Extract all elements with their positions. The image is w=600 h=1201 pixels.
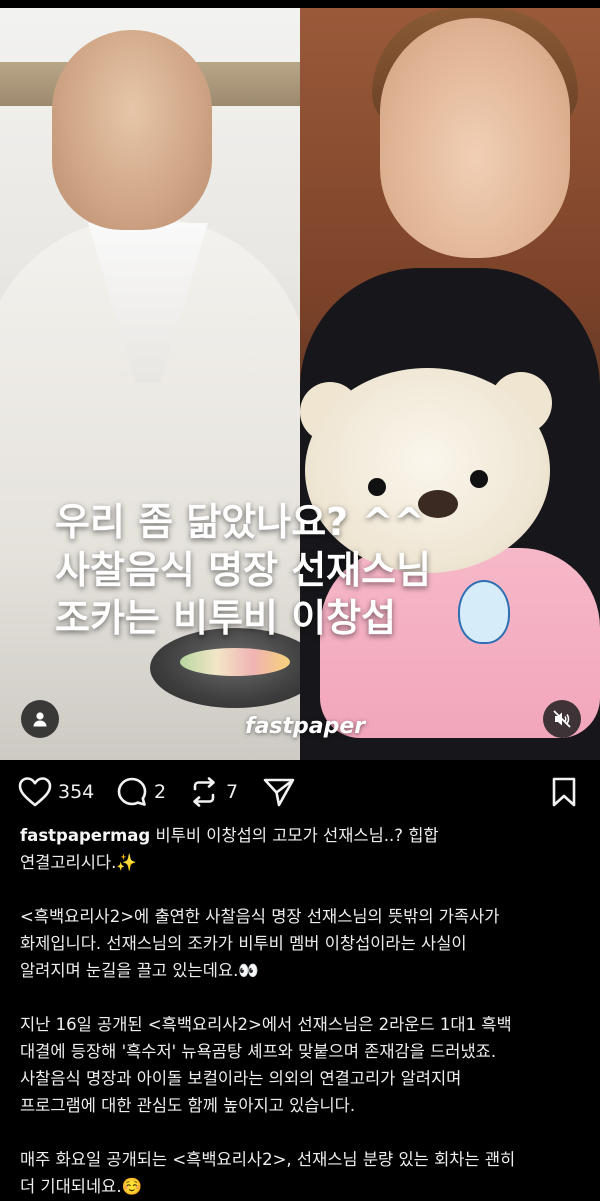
repost-count: 7 (226, 781, 239, 803)
mute-button[interactable] (543, 700, 581, 738)
bookmark-icon (552, 777, 576, 807)
caption-line-1: 비투비 이창섭의 고모가 선재스님..? 힙합 (155, 826, 439, 845)
caption-username[interactable]: fastpapermag (20, 826, 150, 845)
like-button[interactable]: 354 (18, 770, 94, 814)
heart-icon (18, 777, 52, 807)
post-headline: 우리 좀 닮았나요? ^^ 사찰음식 명장 선재스님 조카는 비투비 이창섭 (55, 498, 575, 642)
comment-button[interactable]: 2 (116, 770, 166, 814)
caption-p3-line-2: 대결에 등장해 '흑수저' 뉴욕곰탕 셰프와 맞붙으며 존재감을 드러냈죠. (20, 1042, 497, 1061)
like-count: 354 (58, 781, 95, 803)
headline-line-3: 조카는 비투비 이창섭 (55, 596, 397, 640)
photo-right-singer (300, 8, 600, 760)
comment-count: 2 (154, 781, 167, 803)
caption-line-2: 연결고리시다.✨ (20, 853, 137, 872)
caption-p3-line-4: 프로그램에 대한 관심도 함께 높아지고 있습니다. (20, 1096, 356, 1115)
post-actions-bar: 354 2 7 (0, 770, 600, 814)
save-button[interactable] (548, 770, 580, 814)
tagged-users-button[interactable] (21, 700, 59, 738)
repost-icon (193, 777, 215, 807)
muted-speaker-icon (553, 710, 571, 728)
caption-p4-line-2: 더 기대되네요.☺️ (20, 1177, 143, 1196)
share-button[interactable] (262, 770, 296, 814)
caption-p3-line-1: 지난 16일 공개된 <흑백요리사2>에서 선재스님은 2라운드 1대1 흑백 (20, 1015, 512, 1034)
headline-line-1: 우리 좀 닮았나요? ^^ (55, 500, 426, 544)
post-caption: fastpapermag 비투비 이창섭의 고모가 선재스님..? 힙합 연결고… (20, 822, 580, 1200)
post-media[interactable]: 우리 좀 닮았나요? ^^ 사찰음식 명장 선재스님 조카는 비투비 이창섭 f… (0, 8, 600, 760)
fastpaper-logo: fastpaper (245, 714, 366, 739)
caption-p2-line-1: <흑백요리사2>에 출연한 사찰음식 명장 선재스님의 뜻밖의 가족사가 (20, 907, 500, 926)
send-icon (263, 778, 295, 807)
repost-button[interactable]: 7 (188, 770, 238, 814)
photo-left-monk (0, 8, 300, 760)
user-icon (33, 712, 47, 727)
caption-p2-line-2: 화제입니다. 선재스님의 조카가 비투비 멤버 이창섭이라는 사실이 (20, 934, 467, 953)
caption-p3-line-3: 사찰음식 명장과 아이돌 보컬이라는 의외의 연결고리가 알려지며 (20, 1069, 462, 1088)
caption-p2-line-3: 알려지며 눈길을 끌고 있는데요.👀 (20, 961, 259, 980)
comment-bubble-icon (117, 777, 147, 806)
caption-p4-line-1: 매주 화요일 공개되는 <흑백요리사2>, 선재스님 분량 있는 회차는 괜히 (20, 1150, 516, 1169)
headline-line-2: 사찰음식 명장 선재스님 (55, 548, 432, 592)
